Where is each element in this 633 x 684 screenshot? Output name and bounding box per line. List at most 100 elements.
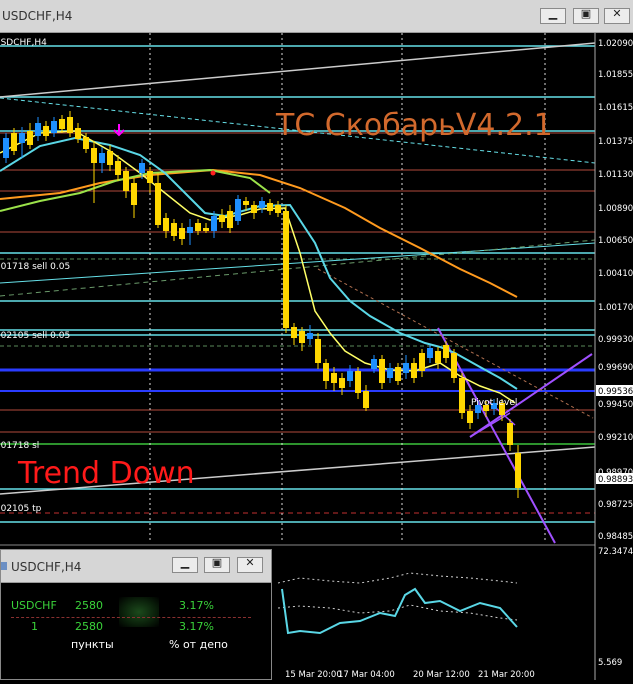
- candle-body: [459, 378, 465, 413]
- candle-body: [171, 223, 177, 236]
- candle-body: [227, 211, 233, 228]
- close-icon: ✕: [612, 7, 622, 20]
- price-axis-label: 1.01130: [598, 170, 633, 180]
- candle-body: [163, 218, 169, 231]
- candle-body: [283, 211, 289, 328]
- candle-body: [203, 228, 209, 231]
- trendline-violet: [469, 412, 511, 438]
- percent-label: % от депо: [169, 638, 228, 651]
- candle-body: [51, 121, 57, 133]
- order-label-sell-1: 1.01718 sell 0.05: [0, 262, 70, 272]
- symbol-label: USDCHF,H4: [0, 38, 47, 48]
- candle-body: [67, 117, 73, 133]
- candle-body: [323, 363, 329, 381]
- candle-body: [83, 137, 89, 149]
- pivot-label: Pivot level: [471, 398, 517, 408]
- row-divider: [11, 617, 251, 618]
- candle-body: [275, 205, 281, 213]
- candle-body: [147, 171, 153, 183]
- candle-body: [467, 411, 473, 423]
- indicator-title: ТС СкобарьV4.2.1: [275, 108, 553, 143]
- candle-body: [403, 363, 409, 373]
- order-label-tp: 1.02105 tp: [0, 504, 42, 514]
- candle-body: [35, 123, 41, 136]
- price-axis-label: 1.02090: [598, 39, 633, 49]
- candle-body: [251, 205, 257, 213]
- candle-body: [75, 128, 81, 139]
- price-axis-label: 1.01855: [598, 70, 633, 80]
- account-panel-title: USDCHF,H4: [11, 560, 82, 574]
- candle-body: [395, 367, 401, 381]
- candle-body: [355, 371, 361, 393]
- candle-body: [371, 359, 377, 369]
- price-axis-label: 1.01615: [598, 103, 633, 113]
- candle-body: [443, 345, 449, 358]
- candle-body: [331, 373, 337, 383]
- maximize-icon: ▣: [580, 7, 592, 20]
- time-axis-label: 17 Mar 04:00: [338, 670, 395, 680]
- maximize-button[interactable]: ▣: [573, 7, 599, 24]
- candle-body: [19, 133, 25, 143]
- candle-body: [3, 138, 9, 158]
- candle-body: [419, 353, 425, 371]
- points-label: пункты: [71, 638, 114, 651]
- oscillator-axis-label: 72.3474: [598, 547, 633, 557]
- candle-body: [155, 183, 161, 225]
- candle-body: [131, 183, 137, 205]
- order-label-sl: 1.01718 sl: [0, 441, 39, 451]
- price-axis-label: 0.99450: [598, 400, 633, 410]
- candle-body: [435, 351, 441, 363]
- price-axis-label: 1.00650: [598, 236, 633, 246]
- candle-body: [179, 228, 185, 239]
- maximize-icon: ▣: [211, 556, 223, 569]
- price-axis-label: 0.98725: [598, 500, 633, 510]
- price-axis: [595, 33, 633, 680]
- price-axis-label: 0.99930: [598, 335, 633, 345]
- candle-body: [195, 223, 201, 231]
- candle-body: [451, 353, 457, 378]
- candle-body: [387, 368, 393, 378]
- candle-body: [299, 331, 305, 343]
- candle-body: [235, 199, 241, 221]
- price-axis-label: 1.00890: [598, 204, 633, 214]
- candle-body: [411, 363, 417, 378]
- candle-body: [43, 126, 49, 136]
- order-label-sell-2: 1.02105 sell 0.05: [0, 331, 70, 341]
- oscillator-line: [281, 587, 518, 635]
- window-titlebar: USDCHF,H4 ▁ ▣ ✕: [0, 0, 633, 33]
- candle-body: [211, 216, 217, 231]
- account-percent-2: 3.17%: [179, 620, 214, 633]
- candle-body: [59, 119, 65, 129]
- candle-body: [91, 148, 97, 163]
- price-axis-label: 0.99536: [598, 387, 633, 397]
- candle-body: [123, 171, 129, 191]
- channel-line: [317, 268, 594, 419]
- trend-label: Trend Down: [17, 456, 195, 491]
- channel-line: [0, 239, 596, 297]
- candle-body: [515, 453, 521, 488]
- channel-line: [0, 242, 596, 284]
- account-panel-body: USDCHF 2580 3.17% 1 2580 3.17% пункты % …: [1, 583, 271, 679]
- price-axis-label: 0.98893: [598, 475, 633, 485]
- account-points-2: 2580: [75, 620, 103, 633]
- price-axis-label: 1.00170: [598, 303, 633, 313]
- panel-maximize-button[interactable]: ▣: [204, 556, 230, 573]
- account-panel[interactable]: USDCHF,H4 ▁ ▣ ✕ USDCHF 2580 3.17% 1 2580…: [0, 549, 272, 680]
- minimize-button[interactable]: ▁: [540, 7, 566, 24]
- candle-body: [339, 378, 345, 388]
- candle-body: [27, 131, 33, 145]
- panel-close-button[interactable]: ✕: [237, 556, 263, 573]
- candle-body: [259, 201, 265, 208]
- candle-body: [507, 423, 513, 445]
- trendline-white: [0, 42, 596, 98]
- price-axis-label: 0.98485: [598, 532, 633, 542]
- signal-dot: [210, 170, 216, 176]
- account-percent-1: 3.17%: [179, 599, 214, 612]
- panel-minimize-button[interactable]: ▁: [172, 556, 198, 573]
- close-icon: ✕: [245, 556, 255, 569]
- close-button[interactable]: ✕: [604, 7, 630, 24]
- minimize-icon: ▁: [180, 556, 190, 569]
- candle-body: [139, 163, 145, 173]
- candle-body: [291, 327, 297, 338]
- chart-window-icon: [1, 562, 7, 570]
